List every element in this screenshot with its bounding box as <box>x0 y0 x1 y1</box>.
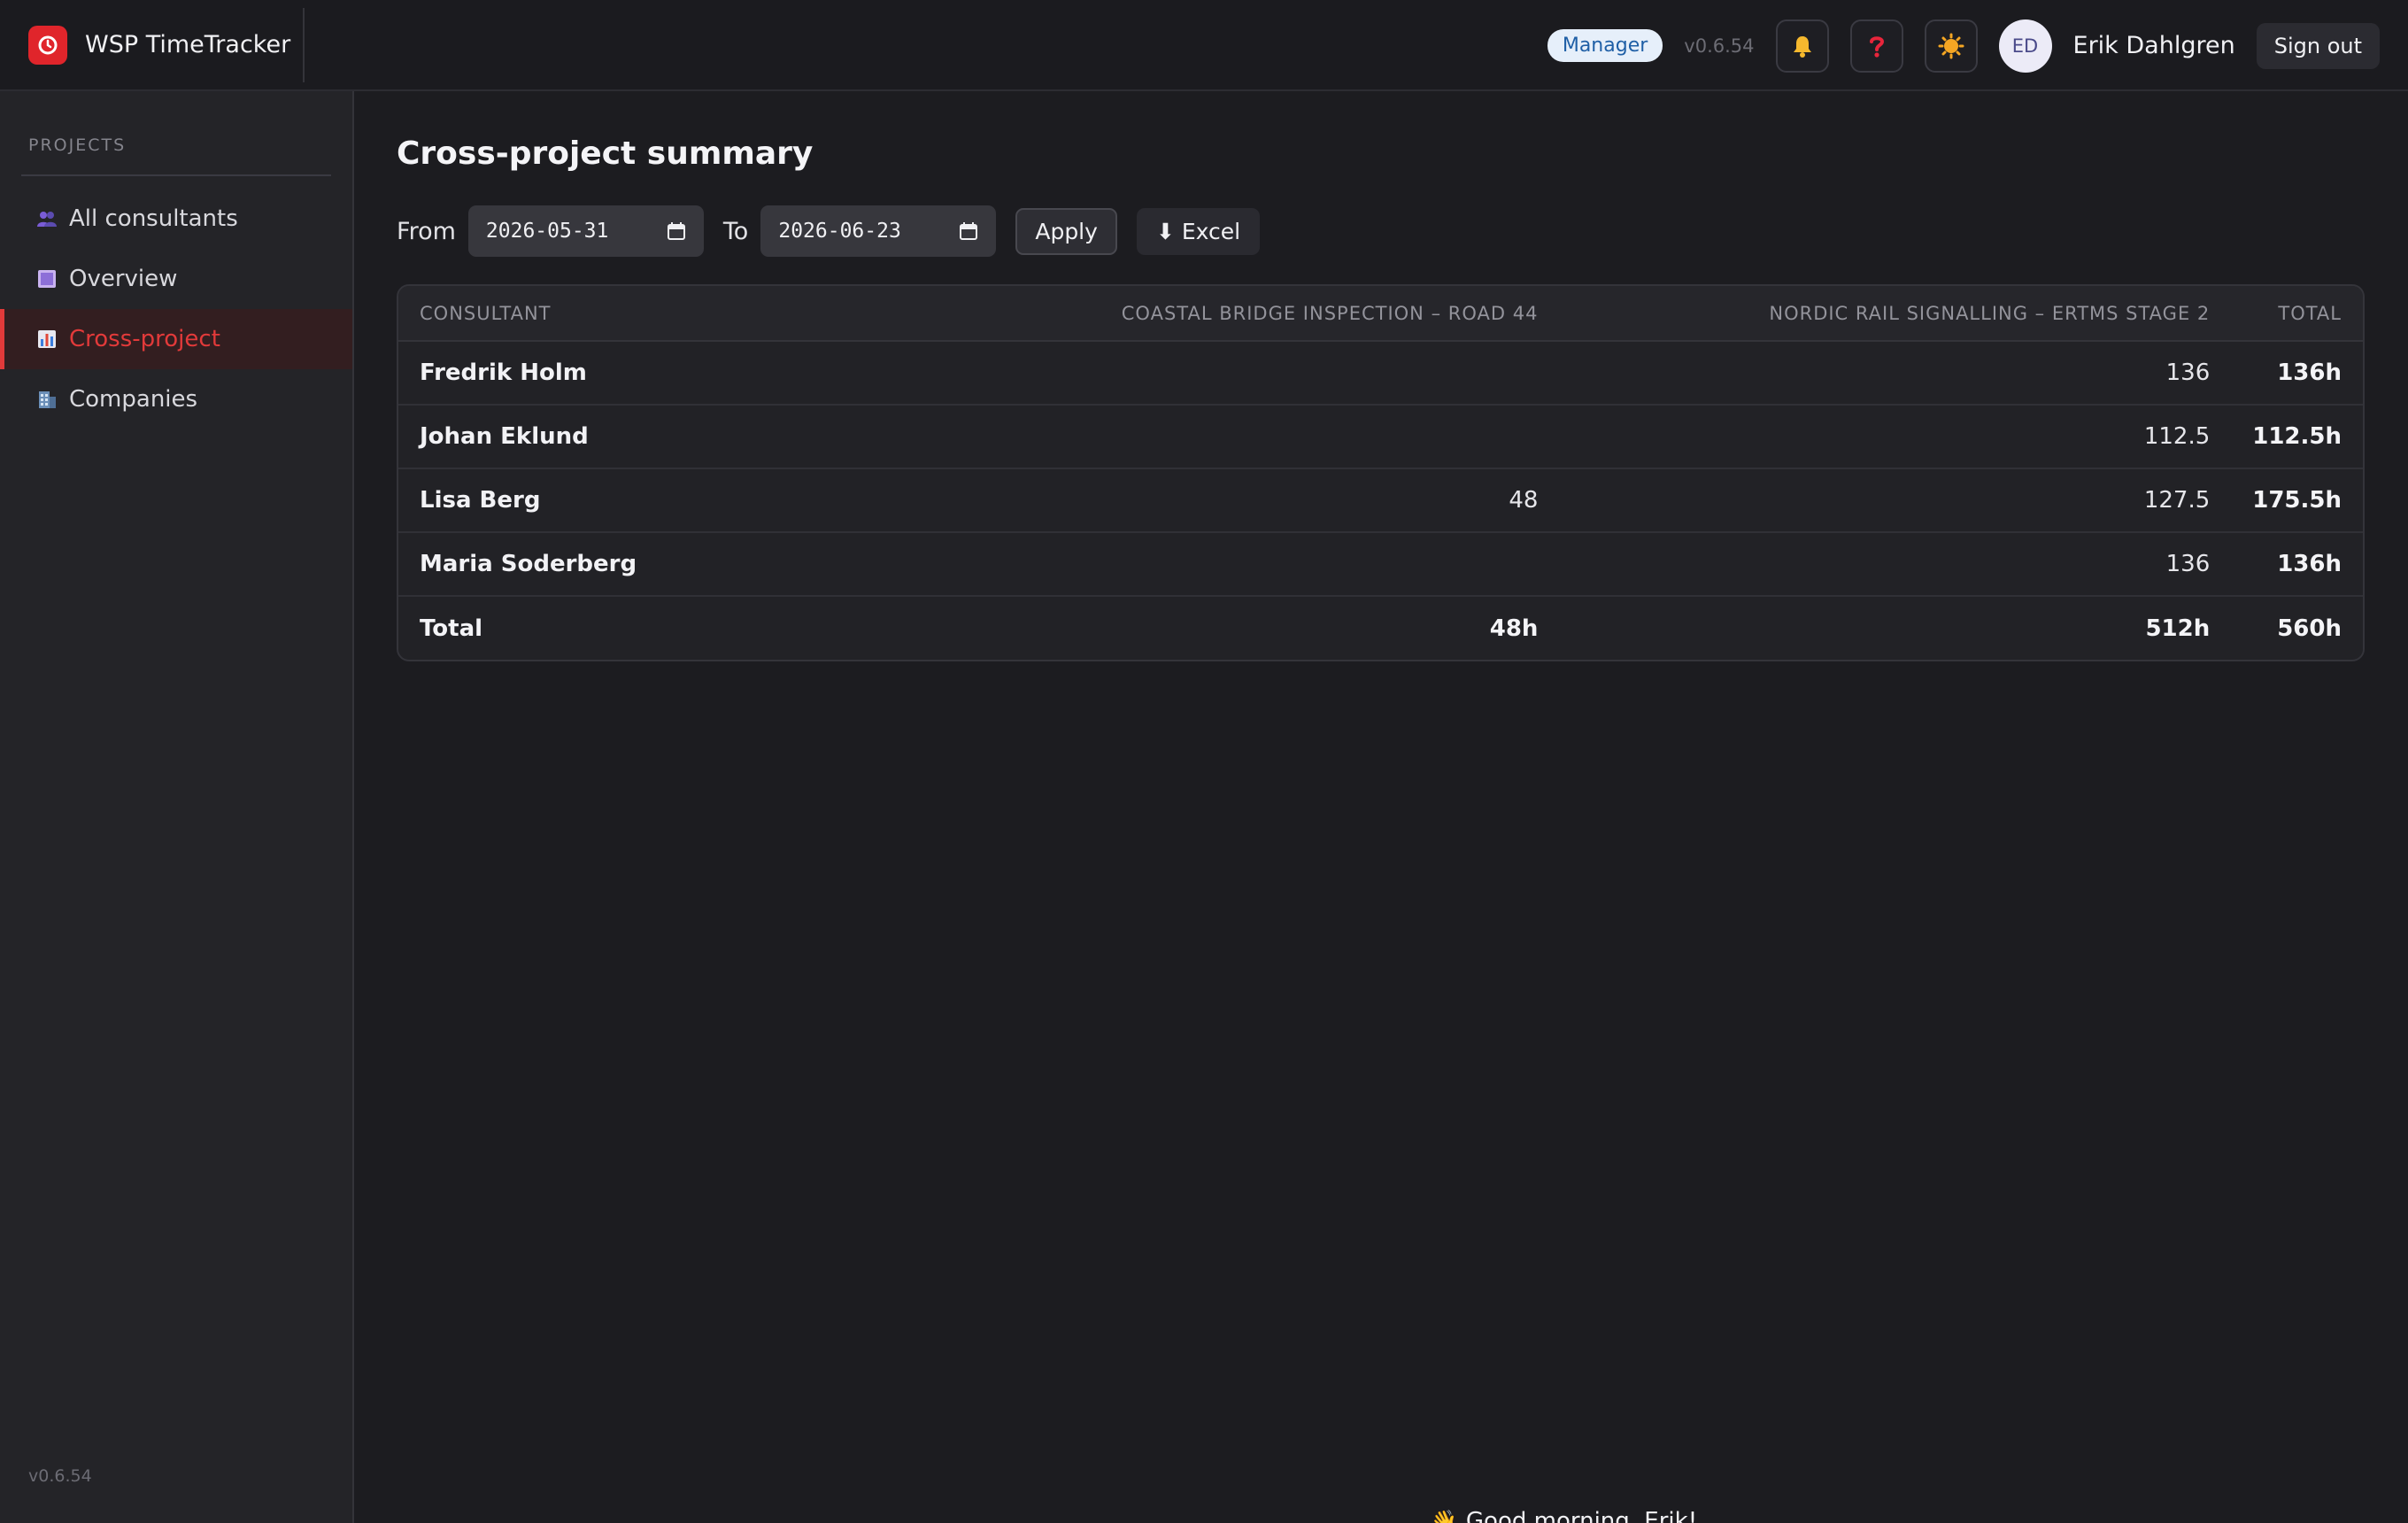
sidebar-heading: PROJECTS <box>28 135 127 155</box>
row-total: 136h <box>2231 532 2363 597</box>
version-label: v0.6.54 <box>1684 35 1755 57</box>
table-row: Johan Eklund 112.5 112.5h <box>398 405 2363 469</box>
coastal-hours <box>934 341 1560 406</box>
apply-button[interactable]: Apply <box>1015 207 1117 255</box>
page-title: Cross-project summary <box>397 135 814 172</box>
sidebar-nav: All consultants Overview Cross-project C… <box>0 189 352 429</box>
coastal-hours <box>934 405 1560 469</box>
consultant-name: Lisa Berg <box>398 468 935 533</box>
sidebar-item-cross-project[interactable]: Cross-project <box>0 309 352 369</box>
square-icon <box>35 267 58 290</box>
date-filters: From 2026-05-31 To 2026-06-23 Apply ⬇ Ex… <box>397 205 1261 257</box>
header-actions: Manager v0.6.54 ED Erik Dahlgren Sign ou… <box>1547 0 2380 91</box>
user-name: Erik Dahlgren <box>2072 32 2235 59</box>
sidebar-item-label: All consultants <box>69 205 238 232</box>
summary-table-container: CONSULTANT COASTAL BRIDGE INSPECTION – R… <box>397 284 2365 661</box>
table-row: Maria Soderberg 136 136h <box>398 532 2363 597</box>
table-row: Lisa Berg 48 127.5 175.5h <box>398 468 2363 533</box>
totals-label: Total <box>398 595 935 660</box>
bell-icon <box>1793 35 1811 58</box>
greeting-text: Good morning, Erik! <box>1465 1508 1698 1523</box>
app-name: WSP TimeTracker <box>85 31 291 58</box>
nordic-hours: 136 <box>1559 532 2232 597</box>
consultant-name: Maria Soderberg <box>398 532 935 597</box>
table-total-row: Total 48h 512h 560h <box>398 595 2363 660</box>
row-total: 136h <box>2231 341 2363 406</box>
to-date-input[interactable]: 2026-06-23 <box>760 205 997 257</box>
nordic-hours: 112.5 <box>1559 405 2232 469</box>
summary-table: CONSULTANT COASTAL BRIDGE INSPECTION – R… <box>398 286 2363 660</box>
row-total: 175.5h <box>2231 468 2363 533</box>
from-label: From <box>397 217 456 245</box>
sidebar-version: v0.6.54 <box>28 1466 92 1486</box>
role-badge: Manager <box>1547 29 1663 62</box>
to-date-value: 2026-06-23 <box>778 220 901 243</box>
column-header-nordic-rail[interactable]: NORDIC RAIL SIGNALLING – ERTMS STAGE 2 <box>1559 286 2232 342</box>
consultant-name: Fredrik Holm <box>398 341 935 406</box>
greeting-toast: 👋 Good morning, Erik! <box>1431 1508 1697 1523</box>
calendar-icon[interactable] <box>959 221 978 241</box>
coastal-total: 48h <box>934 595 1560 660</box>
sidebar-item-label: Overview <box>69 266 178 292</box>
sidebar-divider <box>21 174 331 176</box>
to-label: To <box>722 217 749 245</box>
sidebar-item-overview[interactable]: Overview <box>0 249 352 309</box>
grand-total: 560h <box>2231 595 2363 660</box>
coastal-hours: 48 <box>934 468 1560 533</box>
column-header-consultant[interactable]: CONSULTANT <box>398 286 935 342</box>
main-content: Cross-project summary From 2026-05-31 To… <box>354 91 2408 1523</box>
sidebar-item-label: Companies <box>69 386 198 413</box>
column-header-coastal-bridge[interactable]: COASTAL BRIDGE INSPECTION – ROAD 44 <box>934 286 1560 342</box>
nordic-hours: 136 <box>1559 341 2232 406</box>
from-date-value: 2026-05-31 <box>485 220 609 243</box>
row-total: 112.5h <box>2231 405 2363 469</box>
sidebar-item-all-consultants[interactable]: All consultants <box>0 189 352 249</box>
consultant-name: Johan Eklund <box>398 405 935 469</box>
notifications-button[interactable] <box>1775 19 1829 73</box>
avatar[interactable]: ED <box>1998 19 2052 73</box>
table-header-row: CONSULTANT COASTAL BRIDGE INSPECTION – R… <box>398 286 2363 342</box>
sign-out-button[interactable]: Sign out <box>2256 22 2380 69</box>
theme-toggle-icon <box>1938 33 1964 58</box>
brand[interactable]: WSP TimeTracker <box>0 7 305 82</box>
waving-hand-icon: 👋 <box>1431 1509 1457 1523</box>
from-date-input[interactable]: 2026-05-31 <box>467 205 704 257</box>
building-icon <box>35 388 58 411</box>
bar-chart-icon <box>35 328 58 351</box>
table-row: Fredrik Holm 136 136h <box>398 341 2363 406</box>
coastal-hours <box>934 532 1560 597</box>
nordic-total: 512h <box>1559 595 2232 660</box>
nordic-hours: 127.5 <box>1559 468 2232 533</box>
help-button[interactable] <box>1849 19 1903 73</box>
help-icon <box>1869 35 1884 58</box>
excel-export-button[interactable]: ⬇ Excel <box>1136 207 1261 255</box>
column-header-total[interactable]: TOTAL <box>2231 286 2363 342</box>
calendar-icon[interactable] <box>667 221 686 241</box>
top-bar: WSP TimeTracker Manager v0.6.54 ED Erik … <box>0 0 2408 91</box>
sidebar-item-label: Cross-project <box>69 326 220 352</box>
people-icon <box>35 207 58 230</box>
clock-logo-icon <box>28 25 67 65</box>
sidebar: PROJECTS All consultants Overview Cross-… <box>0 91 354 1523</box>
theme-toggle-button[interactable] <box>1924 19 1978 73</box>
sidebar-item-companies[interactable]: Companies <box>0 369 352 429</box>
